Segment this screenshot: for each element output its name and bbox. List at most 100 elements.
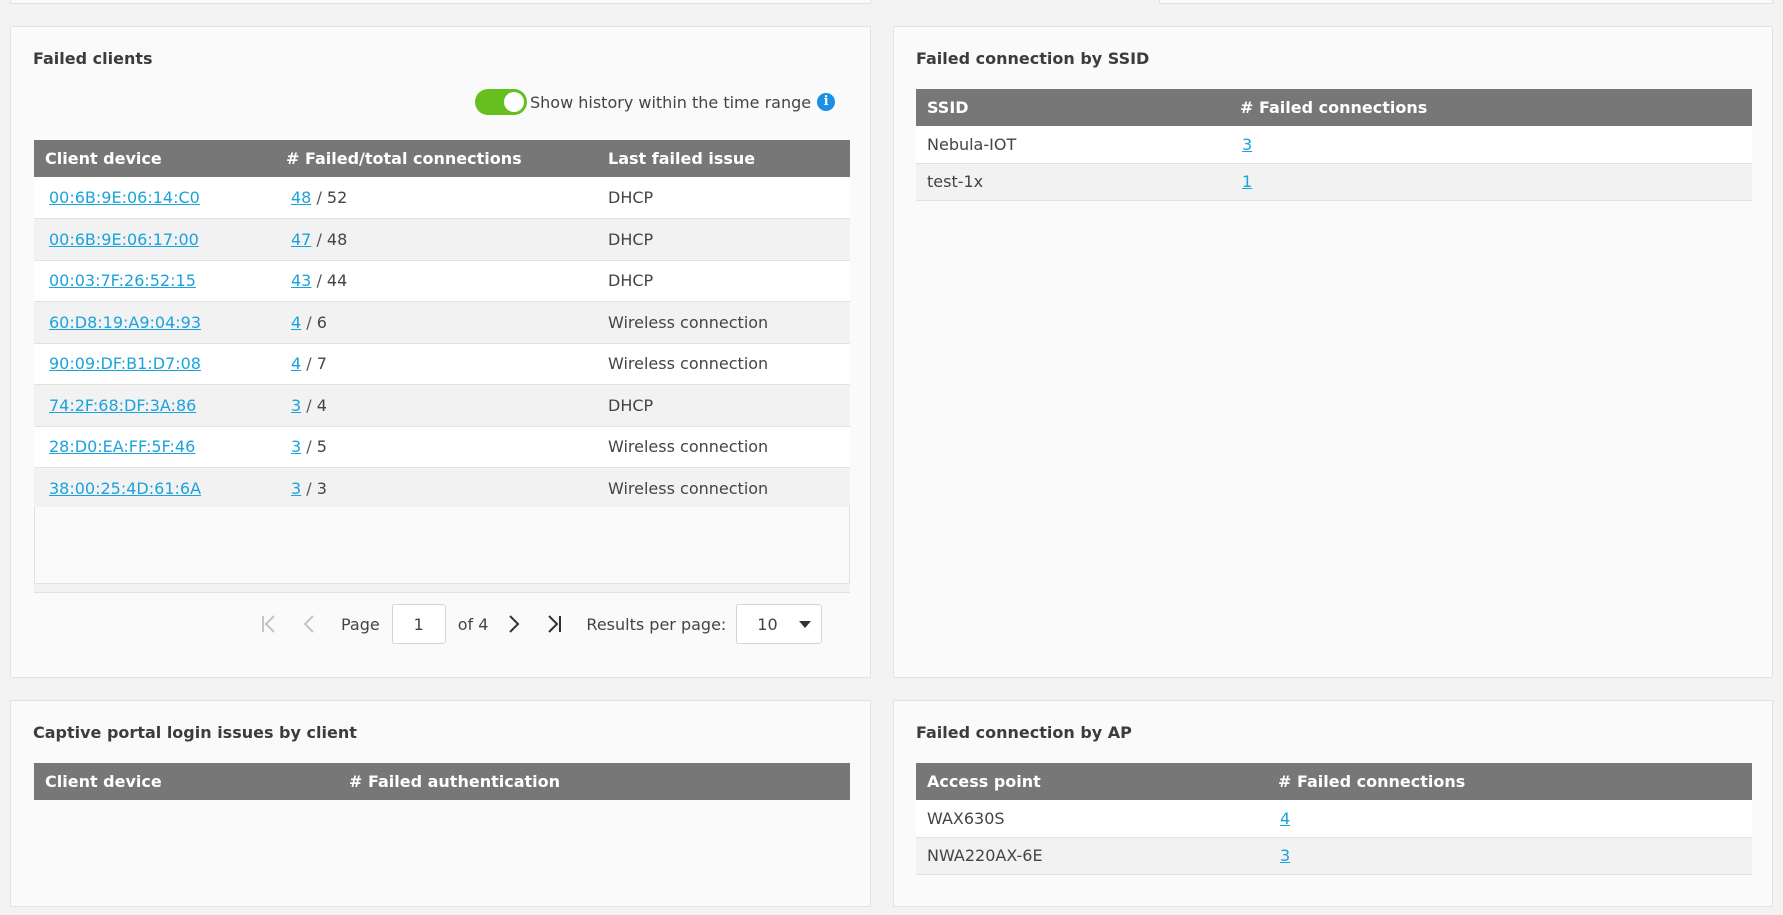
separator: /: [311, 271, 327, 291]
last-issue-cell: Wireless connection: [597, 343, 850, 385]
table-row: 00:6B:9E:06:17:00 47 / 48 DHCP: [34, 218, 850, 261]
captive-portal-table: Client device # Failed authentication: [34, 763, 850, 800]
client-device-link[interactable]: 90:09:DF:B1:D7:08: [49, 354, 201, 373]
first-page-icon[interactable]: [255, 610, 283, 638]
failed-connections-cell: 1: [1229, 163, 1752, 201]
results-per-page-value: 10: [757, 614, 778, 634]
failed-connections-cell: 3: [1267, 837, 1752, 875]
total-count: 4: [316, 395, 327, 415]
failed-total-cell: 43 / 44: [275, 260, 597, 302]
total-count: 5: [316, 437, 327, 457]
ap-failed-count-link[interactable]: 4: [1280, 809, 1290, 828]
last-issue-cell: Wireless connection: [597, 467, 850, 510]
failed-count-link[interactable]: 3: [291, 437, 301, 456]
client-device-link[interactable]: 38:00:25:4D:61:6A: [49, 479, 201, 498]
client-device-link[interactable]: 28:D0:EA:FF:5F:46: [49, 437, 195, 456]
pagination: Page of 4 Results per page: 10: [255, 604, 823, 644]
total-count: 52: [326, 188, 348, 207]
failed-count-link[interactable]: 4: [291, 354, 301, 373]
page-count-label: of 4: [457, 614, 489, 634]
ssid-failed-count-link[interactable]: 1: [1242, 172, 1252, 191]
table-row: 28:D0:EA:FF:5F:46 3 / 5 Wireless connectio…: [34, 426, 850, 468]
ssid-failed-count-link[interactable]: 3: [1242, 135, 1252, 154]
captive-portal-panel: Captive portal login issues by client Cl…: [10, 700, 871, 907]
info-icon[interactable]: i: [817, 93, 836, 111]
column-header-access-point[interactable]: Access point: [916, 763, 1267, 800]
next-page-icon[interactable]: [500, 610, 528, 638]
client-device-cell: 60:D8:19:A9:04:93: [34, 301, 275, 344]
table-row: 74:2F:68:DF:3A:86 3 / 4 DHCP: [34, 384, 850, 427]
table-row: 00:6B:9E:06:14:C0 48 / 52 DHCP: [34, 177, 850, 219]
table-row: 00:03:7F:26:52:15 43 / 44 DHCP: [34, 260, 850, 302]
failed-by-ap-panel: Failed connection by AP Access point # F…: [893, 700, 1773, 907]
separator: /: [301, 354, 317, 374]
failed-clients-panel: Failed clients Show history within the t…: [10, 26, 871, 678]
client-device-cell: 00:6B:9E:06:14:C0: [34, 177, 275, 219]
total-count: 6: [316, 312, 327, 332]
table-header-row: Client device # Failed/total connections…: [34, 140, 850, 177]
table-row: test-1x 1: [916, 163, 1752, 201]
separator: /: [301, 437, 317, 457]
column-header-failed-connections[interactable]: # Failed connections: [1229, 89, 1752, 126]
total-count: 7: [316, 354, 327, 374]
column-header-failed-total[interactable]: # Failed/total connections: [275, 140, 597, 177]
failed-count-link[interactable]: 48: [291, 188, 311, 207]
table-row: 38:00:25:4D:61:6A 3 / 3 Wireless connectio…: [34, 467, 850, 510]
table-row: Nebula-IOT 3: [916, 126, 1752, 164]
failed-count-link[interactable]: 3: [291, 479, 301, 498]
chevron-down-icon: [799, 620, 812, 628]
failed-count-link[interactable]: 47: [291, 230, 311, 249]
table-header-row: Client device # Failed authentication: [34, 763, 850, 800]
failed-total-cell: 3 / 3: [275, 467, 597, 510]
captive-portal-title: Captive portal login issues by client: [33, 723, 357, 742]
column-header-ssid[interactable]: SSID: [916, 89, 1229, 126]
failed-count-link[interactable]: 4: [291, 313, 301, 332]
failed-by-ap-title: Failed connection by AP: [916, 723, 1132, 742]
failed-total-cell: 47 / 48: [275, 218, 597, 261]
last-issue-cell: DHCP: [597, 384, 850, 427]
total-count: 3: [316, 478, 327, 498]
history-toggle[interactable]: [475, 89, 527, 115]
last-issue-cell: Wireless connection: [597, 301, 850, 344]
failed-count-link[interactable]: 43: [291, 271, 311, 290]
column-header-last-issue[interactable]: Last failed issue: [597, 140, 850, 177]
separator: /: [301, 395, 317, 415]
results-per-page-select[interactable]: 10: [736, 604, 823, 644]
client-device-link[interactable]: 74:2F:68:DF:3A:86: [49, 396, 196, 415]
prev-page-icon[interactable]: [295, 610, 323, 638]
table-row: 60:D8:19:A9:04:93 4 / 6 Wireless connectio…: [34, 301, 850, 344]
last-issue-cell: DHCP: [597, 177, 850, 219]
failed-connections-cell: 3: [1229, 126, 1752, 164]
ap-failed-count-link[interactable]: 3: [1280, 846, 1290, 865]
client-device-cell: 00:03:7F:26:52:15: [34, 260, 275, 302]
failed-total-cell: 4 / 7: [275, 343, 597, 385]
failed-total-cell: 3 / 5: [275, 426, 597, 468]
failed-connections-cell: 4: [1267, 800, 1752, 838]
failed-by-ssid-panel: Failed connection by SSID SSID # Failed …: [893, 26, 1773, 678]
separator: /: [311, 188, 327, 207]
failed-total-cell: 48 / 52: [275, 177, 597, 219]
failed-by-ssid-table: SSID # Failed connections Nebula-IOT 3 tes…: [916, 89, 1752, 201]
ssid-name-cell: test-1x: [916, 163, 1229, 201]
separator: /: [311, 229, 327, 249]
client-device-link[interactable]: 00:03:7F:26:52:15: [49, 271, 196, 290]
column-header-failed-connections[interactable]: # Failed connections: [1267, 763, 1752, 800]
separator: /: [301, 478, 317, 498]
client-device-link[interactable]: 60:D8:19:A9:04:93: [49, 313, 201, 332]
failed-clients-title: Failed clients: [33, 49, 153, 68]
toggle-knob: [504, 92, 524, 112]
pagination-container: [34, 507, 850, 584]
last-issue-cell: DHCP: [597, 218, 850, 261]
column-header-client-device[interactable]: Client device: [34, 140, 275, 177]
client-device-link[interactable]: 00:6B:9E:06:14:C0: [49, 188, 200, 207]
failed-by-ssid-title: Failed connection by SSID: [916, 49, 1150, 68]
page-number-input[interactable]: [391, 604, 446, 644]
column-header-failed-authentication[interactable]: # Failed authentication: [338, 763, 850, 800]
client-device-cell: 74:2F:68:DF:3A:86: [34, 384, 275, 427]
column-header-client-device[interactable]: Client device: [34, 763, 338, 800]
table-header-row: Access point # Failed connections: [916, 763, 1752, 800]
client-device-link[interactable]: 00:6B:9E:06:17:00: [49, 230, 199, 249]
top-left-panel-partial: [10, 0, 871, 4]
last-page-icon[interactable]: [540, 610, 568, 638]
failed-count-link[interactable]: 3: [291, 396, 301, 415]
